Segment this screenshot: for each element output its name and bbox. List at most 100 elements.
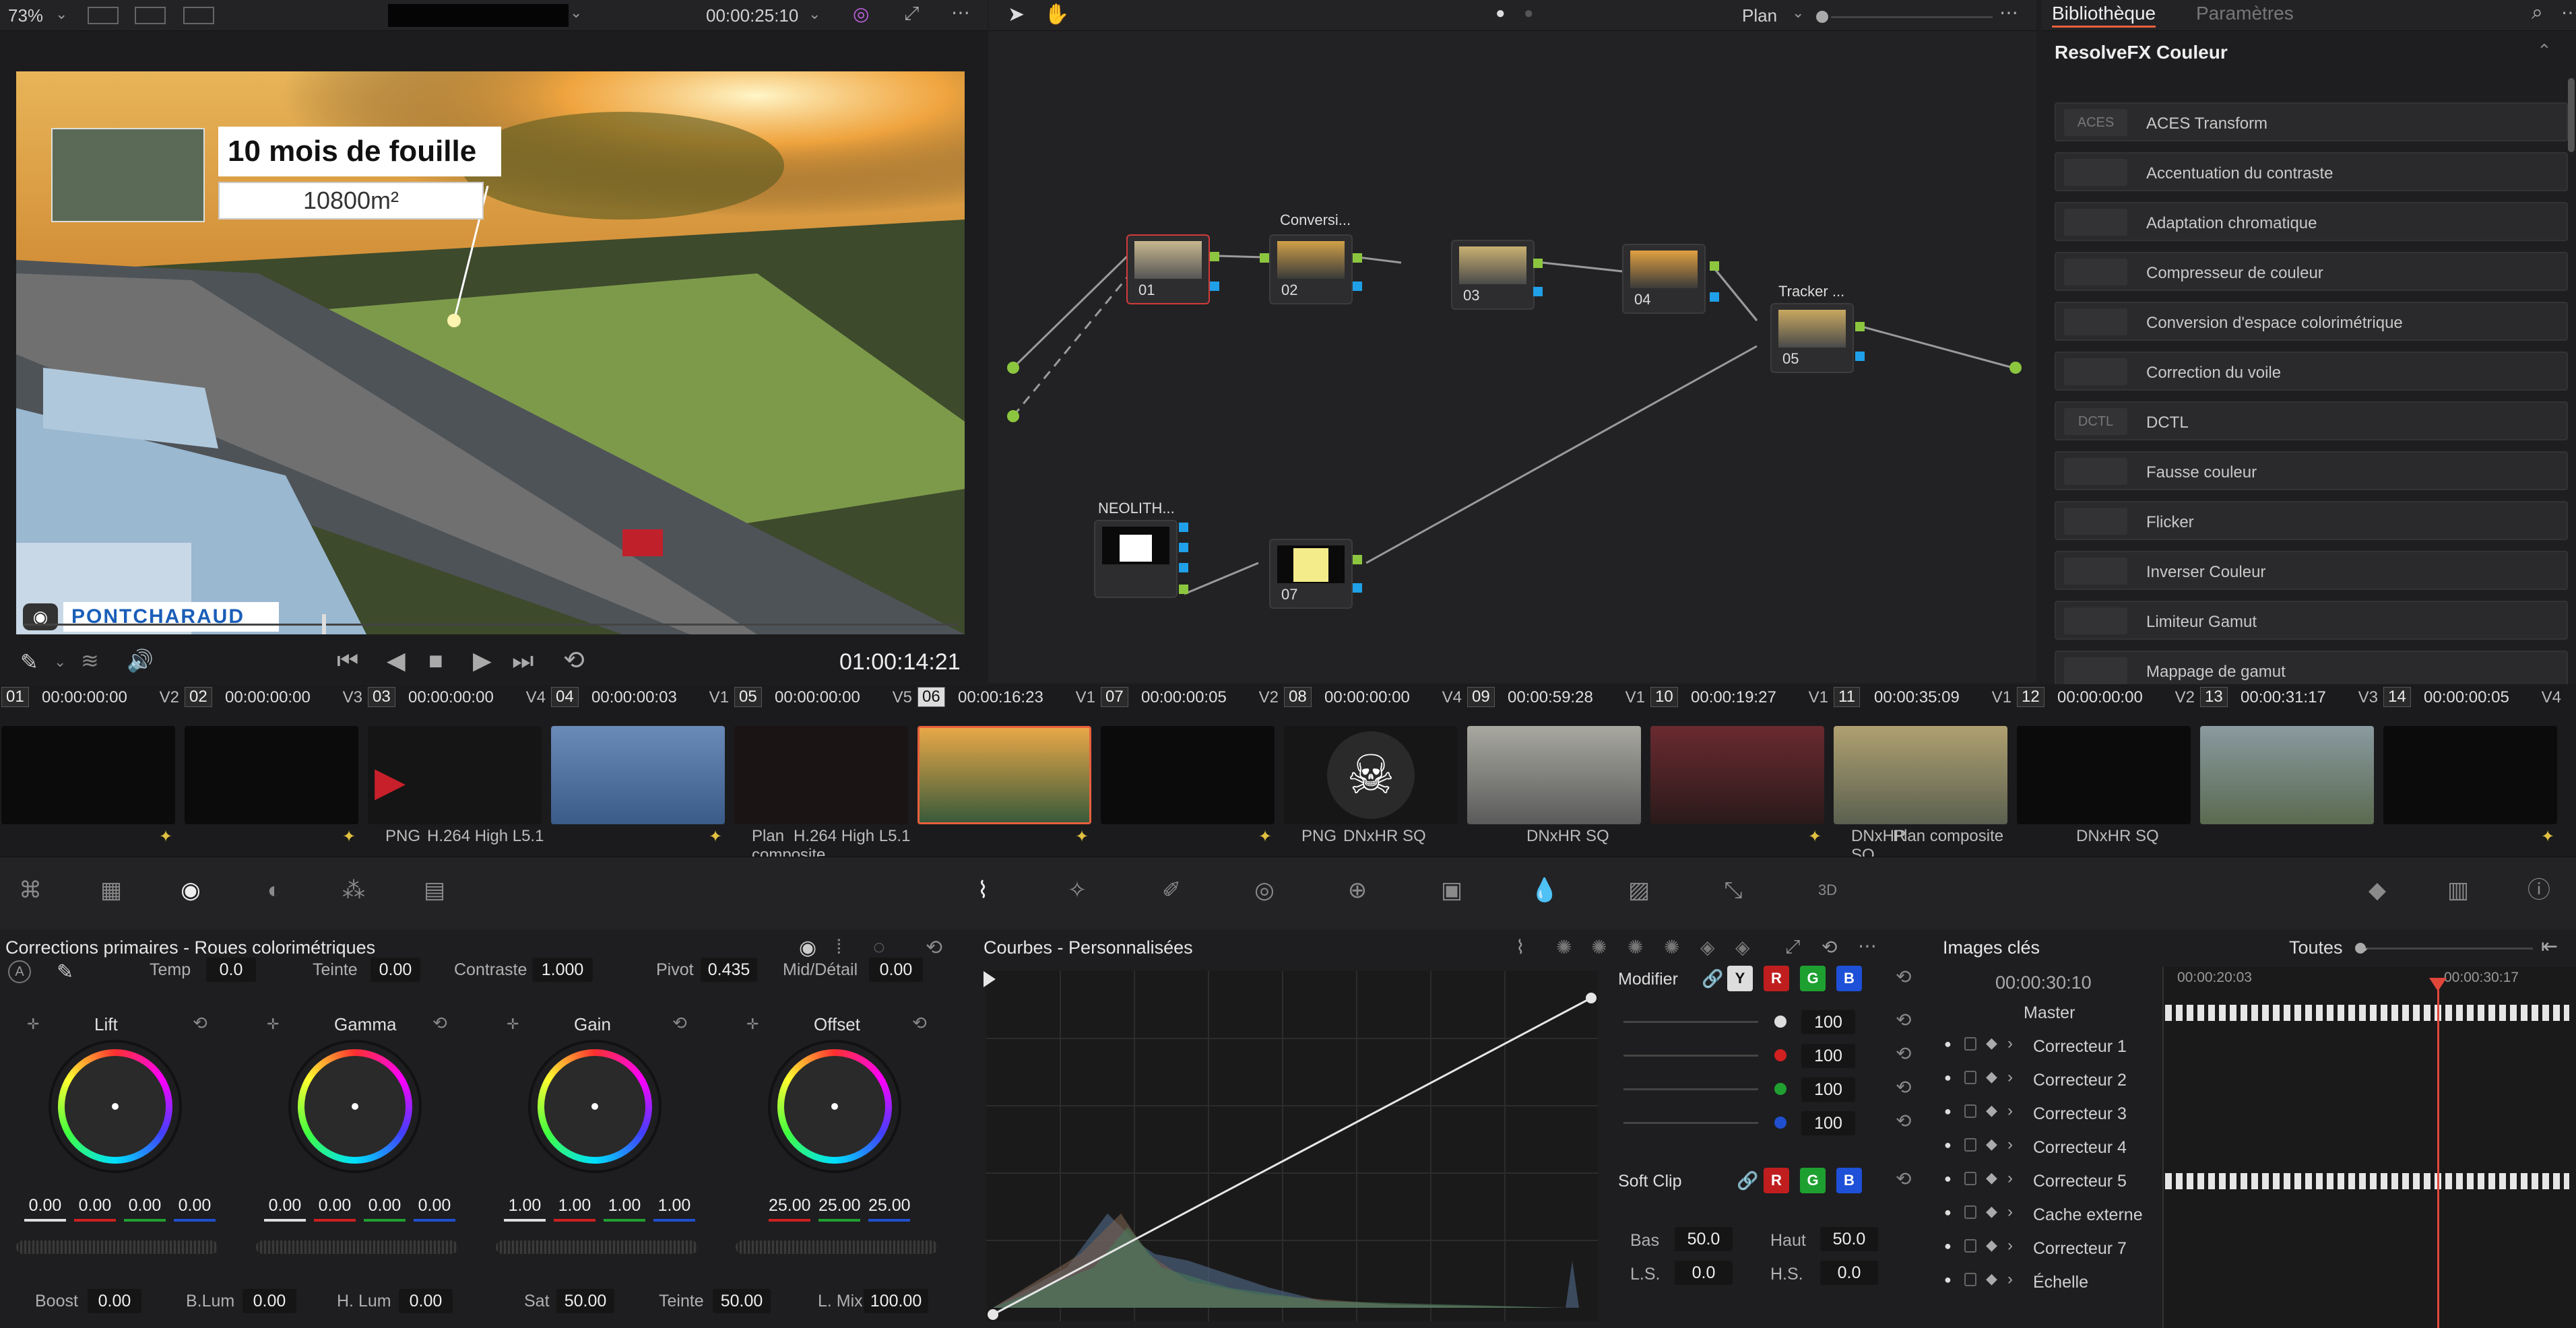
color-wheel[interactable] xyxy=(49,1040,182,1173)
camera-raw-icon[interactable]: ⌘ xyxy=(13,873,47,907)
split-icon[interactable] xyxy=(183,7,214,24)
reset-icon[interactable]: ⟲ xyxy=(1896,966,1911,988)
node-03[interactable]: 03 xyxy=(1451,240,1535,310)
keyframe-row[interactable]: ● ◆ › Cache externe xyxy=(1932,1200,2576,1234)
keyframe-row[interactable]: Master xyxy=(1932,998,2576,1032)
lock-icon[interactable] xyxy=(1964,1273,1976,1286)
loop-icon[interactable]: ⟲ xyxy=(563,645,585,675)
page-dot-icon[interactable]: ● xyxy=(1524,4,1534,23)
expand-icon[interactable]: › xyxy=(2007,1034,2013,1053)
log-mode-icon[interactable]: ◌ xyxy=(873,936,885,959)
wheel-value[interactable]: 0.00 xyxy=(74,1193,116,1218)
reset-icon[interactable]: ⟲ xyxy=(1896,1009,1911,1031)
color-wheel[interactable] xyxy=(528,1040,662,1173)
reset-icon[interactable]: ⟲ xyxy=(1822,936,1837,958)
blur-icon[interactable]: 💧 xyxy=(1528,873,1561,907)
hue-sat-icon[interactable]: ✺ xyxy=(1591,936,1607,958)
clip-07[interactable]: 07 00:00:00:05 V2 ✦ PNG xyxy=(1099,684,1337,857)
wheel-value[interactable]: 0.00 xyxy=(264,1193,306,1218)
color-wheel[interactable] xyxy=(768,1040,901,1173)
fx-item[interactable]: Compresseur de couleur xyxy=(2055,252,2568,291)
panel-toggle-icon[interactable]: ⇤ xyxy=(2541,935,2558,958)
window-icon[interactable]: ◎ xyxy=(1248,873,1281,907)
expand-icon[interactable]: ⤢ xyxy=(1785,936,1800,958)
expand-icon[interactable]: › xyxy=(2007,1135,2013,1154)
scrollbar[interactable] xyxy=(2568,78,2575,152)
modifier-value[interactable]: 100 xyxy=(1801,1111,1855,1135)
color-sync-icon[interactable]: ◎ xyxy=(853,3,869,25)
skip-end-icon[interactable]: ⏭ xyxy=(512,646,534,675)
wheel-value[interactable]: 1.00 xyxy=(554,1193,595,1218)
curve-mode-icon[interactable]: ⌇ xyxy=(1516,936,1525,958)
chevron-down-icon[interactable]: ⌄ xyxy=(54,653,66,671)
enable-dot-icon[interactable]: ● xyxy=(1944,1104,1952,1119)
node-output-port[interactable] xyxy=(1353,253,1362,263)
modifier-slider[interactable] xyxy=(1623,1088,1758,1090)
ls-field[interactable]: 0.0 xyxy=(1675,1261,1733,1285)
video-frame[interactable]: 10 mois de fouille 10800m² ◉ PONTCHARAUD xyxy=(16,71,965,634)
lum-mix-field[interactable]: 100.00 xyxy=(864,1289,928,1313)
chevron-down-icon[interactable]: ⌄ xyxy=(1792,4,1804,22)
slider-handle[interactable] xyxy=(1774,1083,1786,1095)
softclip-b[interactable]: B xyxy=(1836,1168,1862,1193)
diamond-icon[interactable]: ◆ xyxy=(1986,1102,1997,1119)
lock-icon[interactable] xyxy=(1964,1239,1976,1253)
magic-mask-icon[interactable]: ▣ xyxy=(1435,873,1469,907)
clip-13[interactable]: 13 00:00:31:17 V3 xyxy=(2199,684,2382,857)
wheel-value[interactable]: 1.00 xyxy=(504,1193,546,1218)
hue-hue-icon[interactable]: ✺ xyxy=(1556,936,1572,958)
wheel-value[interactable]: 0.00 xyxy=(364,1193,406,1218)
softclip-g[interactable]: G xyxy=(1800,1168,1826,1193)
wheel-value[interactable]: 0.00 xyxy=(24,1193,66,1218)
expand-icon[interactable]: › xyxy=(2007,1203,2013,1222)
node-key-port[interactable] xyxy=(1533,287,1543,296)
diamond-icon[interactable]: ◆ xyxy=(1986,1034,1997,1052)
play-reverse-icon[interactable]: ◀ xyxy=(387,646,406,675)
zoom-slider-handle[interactable] xyxy=(2355,943,2366,954)
curve-graph[interactable] xyxy=(986,971,1598,1321)
sizing-icon[interactable]: ⤡ xyxy=(1716,873,1750,907)
pointer-icon[interactable]: ➤ xyxy=(1008,3,1025,26)
fx-item[interactable]: ACES ACES Transform xyxy=(2055,102,2568,141)
fx-item[interactable]: Adaptation chromatique xyxy=(2055,202,2568,241)
hue-field[interactable]: 50.00 xyxy=(713,1289,771,1313)
reset-icon[interactable]: ⟲ xyxy=(432,1013,447,1034)
master-wheel-slider[interactable] xyxy=(256,1240,458,1254)
enable-dot-icon[interactable]: ● xyxy=(1944,1172,1952,1186)
zoom-level[interactable]: 73% xyxy=(8,5,43,26)
enable-dot-icon[interactable]: ● xyxy=(1944,1205,1952,1220)
hs-field[interactable]: 0.0 xyxy=(1820,1261,1878,1285)
chevron-down-icon[interactable]: ⌄ xyxy=(55,5,67,23)
search-icon[interactable]: ⌕ xyxy=(2532,1,2543,24)
clip-10[interactable]: 10 00:00:19:27 V1 ✦ DNxHR SQ xyxy=(1649,684,1906,864)
clip-14[interactable]: 14 00:00:00:05 V4 ✦ xyxy=(2382,684,2565,857)
diamond-icon[interactable]: ◆ xyxy=(1986,1203,1997,1220)
sat-field[interactable]: 50.00 xyxy=(556,1289,614,1313)
tracker-icon[interactable]: ⊕ xyxy=(1341,873,1374,907)
node-output-port[interactable] xyxy=(1210,252,1219,261)
master-wheel-slider[interactable] xyxy=(736,1240,938,1254)
crosshair-icon[interactable]: ✛ xyxy=(267,1016,279,1033)
eyedropper-icon[interactable]: ✎ xyxy=(20,649,38,675)
stop-icon[interactable]: ■ xyxy=(428,646,443,675)
fx-item[interactable]: Flicker xyxy=(2055,501,2568,540)
hlum-field[interactable]: 0.00 xyxy=(399,1289,453,1313)
volume-icon[interactable]: 🔊 xyxy=(127,648,154,673)
more-icon[interactable]: ⋯ xyxy=(1999,1,2018,24)
info-icon[interactable]: ⓘ xyxy=(2522,873,2556,907)
node-key-port[interactable] xyxy=(1353,583,1362,593)
diamond-icon[interactable]: ◆ xyxy=(1986,1236,1997,1254)
diamond-icon[interactable]: ◆ xyxy=(1986,1169,1997,1187)
more-icon[interactable]: ⋯ xyxy=(1858,935,1877,957)
scopes-icon[interactable]: ▥ xyxy=(2441,873,2475,907)
keyframe-markers[interactable] xyxy=(2165,1173,2569,1189)
hand-icon[interactable]: ✋ xyxy=(1044,3,1069,26)
wheel-value[interactable]: 25.00 xyxy=(868,1193,911,1218)
wheels-mode-icon[interactable]: ◉ xyxy=(799,936,816,960)
rgb-mixer-icon[interactable]: ⁂ xyxy=(337,873,371,907)
enable-dot-icon[interactable]: ● xyxy=(1944,1138,1952,1152)
reset-icon[interactable]: ⟲ xyxy=(193,1013,207,1034)
bars-mode-icon[interactable]: ⦙ xyxy=(837,936,841,959)
zoom-slider[interactable] xyxy=(2367,948,2533,950)
lum-sat-icon[interactable]: ✺ xyxy=(1664,936,1679,958)
